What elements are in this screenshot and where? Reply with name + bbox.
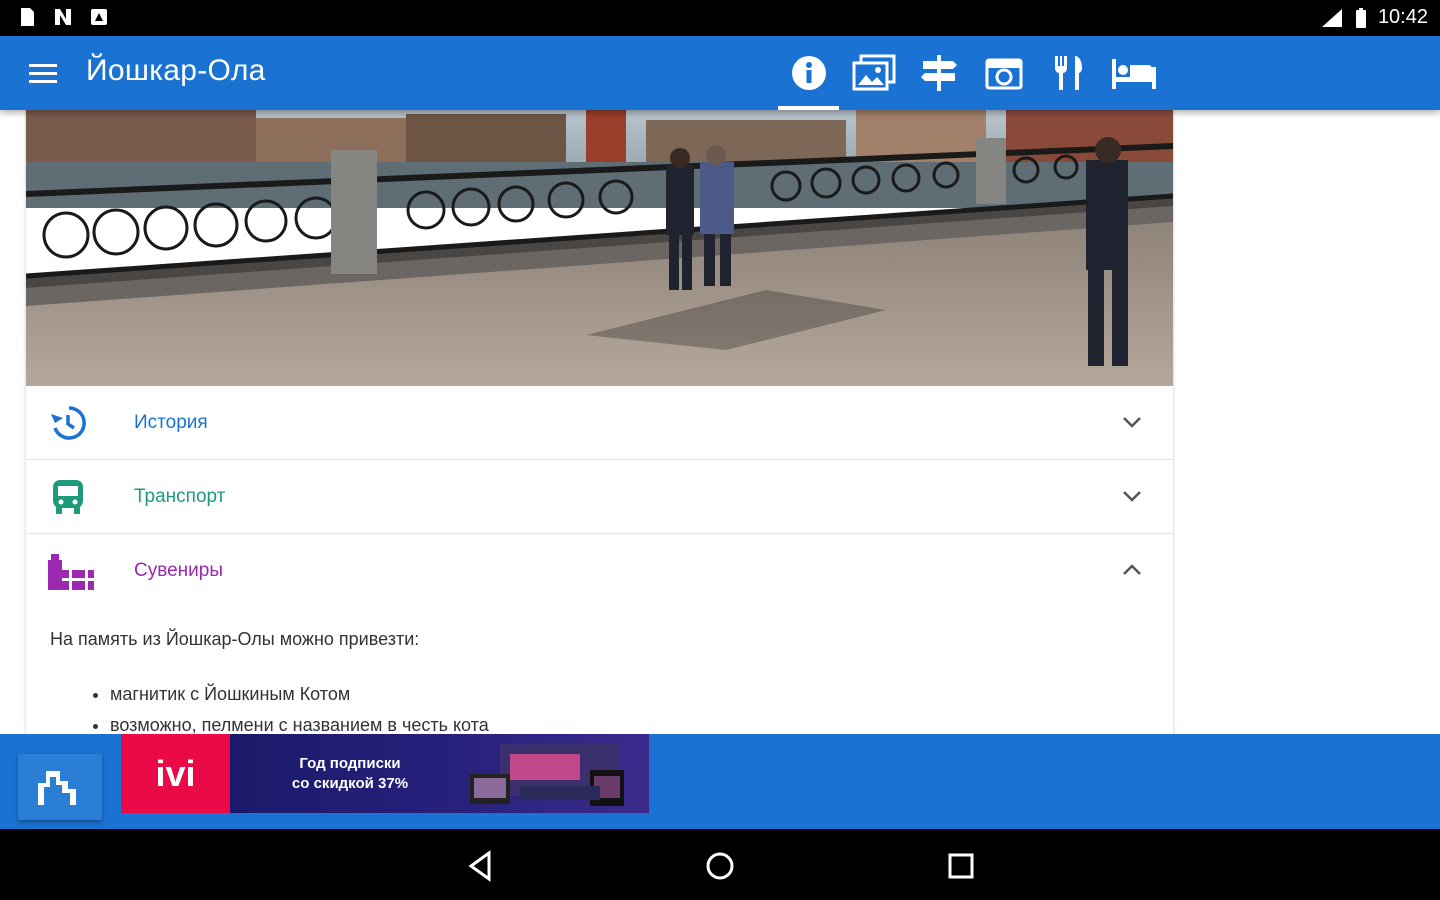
hotel-bed-icon xyxy=(1111,59,1156,89)
tab-hotels[interactable] xyxy=(1101,36,1166,110)
section-souvenirs-label: Сувениры xyxy=(134,560,223,581)
tab-info[interactable] xyxy=(776,36,841,110)
ad-line2: со скидкой 37% xyxy=(291,775,409,792)
back-icon[interactable] xyxy=(463,849,497,883)
ad-line1: Год подписки xyxy=(299,755,401,772)
tab-directions[interactable] xyxy=(906,36,971,110)
history-icon xyxy=(51,406,86,440)
app-title: Йошкар-Ола xyxy=(86,54,266,87)
ad-banner[interactable]: ivi Год подписки со скидкой 37% xyxy=(121,734,649,813)
souvenir-gift-icon xyxy=(48,554,94,590)
app-logo-button[interactable] xyxy=(18,754,102,820)
menu-icon[interactable] xyxy=(26,60,60,88)
tab-restaurants[interactable] xyxy=(1036,36,1101,110)
tab-bar xyxy=(776,36,1166,110)
souvenirs-content: На память из Йошкар-Олы можно привезти: … xyxy=(26,607,1173,734)
signpost-icon xyxy=(920,55,957,91)
app-bar: Йошкар-Ола xyxy=(0,36,1440,110)
tab-camera[interactable] xyxy=(971,36,1036,110)
list-item: возможно, пелмени с названием в честь ко… xyxy=(110,715,1149,734)
status-time: 10:42 xyxy=(1377,6,1428,28)
notification-app-icon xyxy=(91,9,107,25)
bus-icon xyxy=(53,480,83,514)
ad-promo: Год подписки со скидкой 37% xyxy=(230,734,649,813)
ad-tv-screens-image xyxy=(470,744,624,806)
chevron-up-icon xyxy=(1123,564,1141,575)
section-history-label: История xyxy=(134,412,208,433)
city-info-card: История Транспорт Сувениры На память из … xyxy=(26,110,1173,734)
home-icon[interactable] xyxy=(703,849,737,883)
city-photo xyxy=(26,110,1173,386)
souvenirs-list: магнитик с Йошкиным Котом возможно, пелм… xyxy=(50,684,1149,734)
nfc-icon xyxy=(55,9,71,25)
info-icon xyxy=(791,56,826,90)
app-logo-icon xyxy=(38,771,76,805)
battery-icon xyxy=(1355,7,1366,28)
recents-icon[interactable] xyxy=(944,849,978,883)
chevron-down-icon xyxy=(1123,417,1141,428)
list-item: магнитик с Йошкиным Котом xyxy=(110,684,1149,705)
embankment-photo-image xyxy=(26,110,1173,386)
signal-icon xyxy=(1321,8,1342,27)
section-transport[interactable]: Транспорт xyxy=(26,460,1173,534)
restaurant-icon xyxy=(1054,56,1082,90)
section-souvenirs[interactable]: Сувениры xyxy=(26,534,1173,607)
ad-brand-logo: ivi xyxy=(121,734,230,813)
status-bar: 10:42 xyxy=(0,0,1440,36)
chevron-down-icon xyxy=(1123,491,1141,502)
section-history[interactable]: История xyxy=(26,386,1173,460)
souvenirs-intro: На память из Йошкар-Олы можно привезти: xyxy=(50,629,420,649)
ad-bar: ivi Год подписки со скидкой 37% xyxy=(0,734,1440,829)
sd-card-icon xyxy=(21,8,34,26)
ad-text: Год подписки со скидкой 37% xyxy=(270,754,430,794)
tab-gallery[interactable] xyxy=(841,36,906,110)
system-nav-bar xyxy=(0,829,1440,900)
section-transport-label: Транспорт xyxy=(134,486,226,507)
camera-icon xyxy=(985,58,1022,90)
gallery-icon xyxy=(852,54,895,91)
